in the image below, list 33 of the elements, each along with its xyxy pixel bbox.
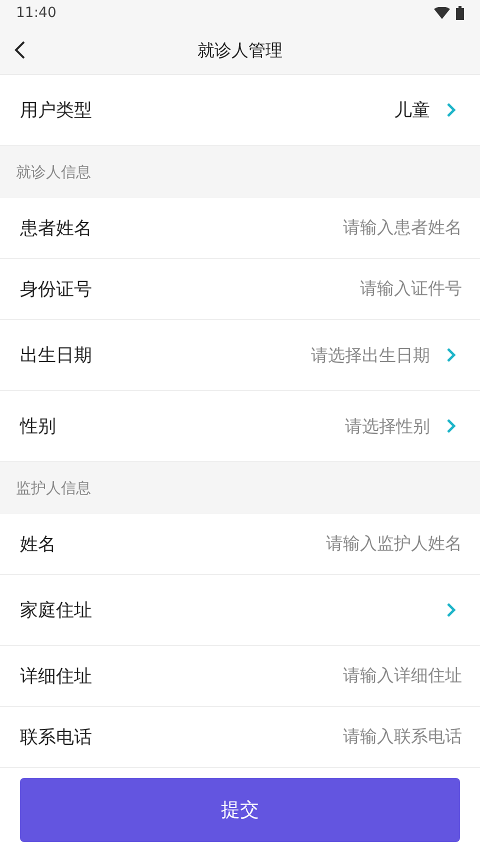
field-label: 出生日期 <box>20 344 92 367</box>
back-icon <box>14 40 26 60</box>
field-label: 身份证号 <box>20 278 92 301</box>
chevron-right-icon <box>446 418 456 434</box>
field-label: 姓名 <box>20 533 56 556</box>
field-label: 用户类型 <box>20 99 92 122</box>
input-field[interactable]: 请输入详细住址 <box>242 666 462 686</box>
input-field[interactable]: 请输入患者姓名 <box>242 218 462 238</box>
status-time: 11:40 <box>16 5 56 21</box>
section-title: 监护人信息 <box>16 478 91 498</box>
input-field[interactable]: 请输入监护人姓名 <box>242 534 462 554</box>
select-placeholder: 请选择性别 <box>345 416 430 438</box>
select-row[interactable]: 出生日期 请选择出生日期 <box>0 320 480 391</box>
page-title: 就诊人管理 <box>198 40 282 62</box>
field-label: 联系电话 <box>20 726 92 749</box>
section-title: 就诊人信息 <box>16 162 91 182</box>
chevron-right-icon <box>446 602 456 618</box>
chevron-right-icon <box>446 347 456 363</box>
input-field[interactable]: 请输入证件号 <box>242 279 462 299</box>
field-label: 详细住址 <box>20 665 92 688</box>
select-row[interactable]: 家庭住址 <box>0 575 480 646</box>
field-label: 家庭住址 <box>20 599 92 622</box>
select-row[interactable]: 性别 请选择性别 <box>0 391 480 462</box>
user-type-row[interactable]: 用户类型 儿童 <box>0 75 480 146</box>
battery-icon <box>456 6 464 20</box>
wifi-icon <box>434 7 450 19</box>
select-placeholder: 请选择出生日期 <box>311 344 430 366</box>
field-value: 儿童 <box>394 99 430 122</box>
input-field[interactable]: 请输入联系电话 <box>242 727 462 747</box>
chevron-right-icon <box>446 102 456 118</box>
submit-button[interactable]: 提交 <box>20 778 460 842</box>
field-label: 性别 <box>20 415 56 438</box>
field-label: 患者姓名 <box>20 217 92 240</box>
